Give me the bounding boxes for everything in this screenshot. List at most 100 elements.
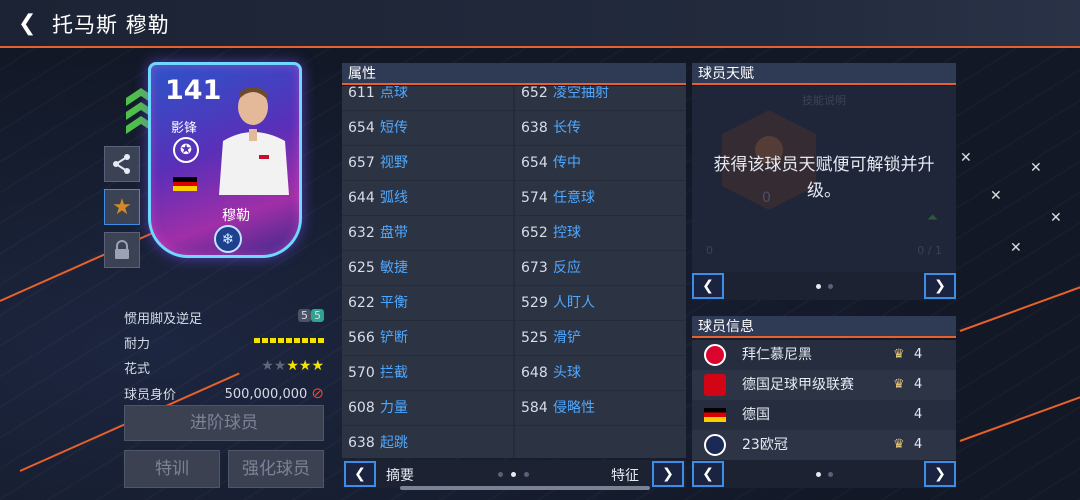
value-row: 球员身价 500,000,000 ⊘ [124, 384, 324, 403]
info-row[interactable]: 拜仁慕尼黑 ♛ 4 [692, 340, 956, 370]
attribute-name: 侵略性 [553, 400, 595, 416]
attribute-value: 654 [521, 155, 548, 171]
attribute-value: 644 [348, 190, 375, 206]
attribute-cell: 611 点球 [342, 86, 513, 110]
attribute-name: 盘带 [380, 225, 408, 241]
talent-header: 球员天赋 [692, 63, 956, 85]
talent-prev-button[interactable]: ❮ [692, 273, 724, 299]
info-row[interactable]: 德国 4 [692, 400, 956, 430]
talent-faded-left: 0 [706, 244, 713, 257]
page-dot-active [816, 472, 821, 477]
attribute-cell: 654 传中 [515, 146, 686, 180]
page-dot [828, 472, 833, 477]
info-next-button[interactable]: ❯ [924, 461, 956, 487]
attribute-value: 529 [521, 295, 548, 311]
skills-label: 花式 [124, 362, 151, 377]
attribute-cell: 584 侵略性 [515, 391, 686, 425]
star-icon: ★ [273, 358, 287, 374]
talent-faded-title: 技能说明 [802, 94, 846, 107]
info-header: 球员信息 [692, 316, 956, 338]
attribute-name: 控球 [553, 225, 581, 241]
attributes-prev-button[interactable]: ❮ [344, 461, 376, 487]
attribute-name: 任意球 [553, 190, 595, 206]
attribute-cell: 632 盘带 [342, 216, 513, 250]
attribute-cell: 644 弧线 [342, 181, 513, 215]
attribute-value: 611 [348, 86, 375, 101]
skills-row: 花式 ★★★★★ [124, 358, 324, 377]
skills-stars: ★★★★★ [261, 358, 324, 374]
stamina-row: 耐力 [124, 333, 324, 352]
info-row-level: 4 [914, 377, 923, 392]
attribute-cell: 638 起跳 [342, 426, 513, 458]
talent-upgrade-icon: ⏶ [926, 210, 938, 226]
weak-foot-values: 55 [298, 308, 324, 323]
info-row-name: 拜仁慕尼黑 [742, 347, 812, 363]
attribute-cell: 622 平衡 [342, 286, 513, 320]
weak-foot-value-left: 5 [298, 309, 311, 322]
talent-message: 获得该球员天赋便可解锁并升级。 [713, 155, 935, 201]
attribute-name: 点球 [380, 86, 408, 101]
enhance-player-button[interactable]: 强化球员 [228, 450, 324, 488]
info-prev-button[interactable]: ❮ [692, 461, 724, 487]
attribute-name: 滑铲 [553, 330, 581, 346]
page-dot [524, 472, 529, 477]
ucl-icon: ✪ [173, 137, 199, 163]
train-button[interactable]: 特训 [124, 450, 220, 488]
attribute-name: 平衡 [380, 295, 408, 311]
attribute-cell: 608 力量 [342, 391, 513, 425]
share-button[interactable] [104, 146, 140, 182]
card-program-icon: ❄ [214, 225, 242, 253]
advance-player-button[interactable]: 进阶球员 [124, 405, 324, 441]
attributes-list[interactable]: 611 点球 652 凌空抽射 654 短传 638 长传 657 视野 654 传中 644 弧线 574… [342, 86, 686, 458]
attribute-cell: 570 拦截 [342, 356, 513, 390]
back-icon[interactable]: ❮ [18, 10, 40, 38]
attribute-name: 人盯人 [553, 295, 595, 311]
attribute-name: 长传 [553, 120, 581, 136]
card-position: 影锋 [171, 121, 198, 136]
attribute-name: 视野 [380, 155, 408, 171]
attribute-cell: 657 视野 [342, 146, 513, 180]
decor-chevron: ✕ [1050, 210, 1062, 226]
attribute-value: 584 [521, 400, 548, 416]
info-row-level: 4 [914, 407, 923, 422]
attribute-cell: 566 铲断 [342, 321, 513, 355]
traits-tab[interactable]: 特征 [611, 465, 639, 485]
attribute-value: 566 [348, 330, 375, 346]
lock-icon [115, 240, 129, 259]
info-footer [692, 460, 956, 488]
decor-chevron: ✕ [960, 150, 972, 166]
stamina-bar [254, 333, 324, 348]
attribute-name: 传中 [553, 155, 581, 171]
card-player-name: 穆勒 [222, 208, 250, 224]
value-amount: 500,000,000 ⊘ [225, 384, 324, 402]
ucl-icon [704, 434, 726, 456]
attribute-name: 弧线 [380, 190, 408, 206]
lock-button[interactable] [104, 232, 140, 268]
attribute-cell: 648 头球 [515, 356, 686, 390]
attributes-next-button[interactable]: ❯ [652, 461, 684, 487]
player-card[interactable]: 141 影锋 ✪ 穆勒 ❄ [148, 62, 302, 258]
stamina-label: 耐力 [124, 337, 151, 352]
talent-next-button[interactable]: ❯ [924, 273, 956, 299]
info-row[interactable]: 德国足球甲级联赛 ♛ 4 [692, 370, 956, 400]
summary-tab[interactable]: 摘要 [386, 465, 414, 485]
attribute-name: 反应 [553, 260, 581, 276]
info-row-name: 德国足球甲级联赛 [742, 377, 854, 393]
attribute-cell: 574 任意球 [515, 181, 686, 215]
star-icon: ★ [298, 358, 312, 374]
favorite-button[interactable]: ★ [104, 189, 140, 225]
value-label: 球员身价 [124, 388, 177, 403]
league-badge-icon [704, 374, 726, 396]
share-icon [113, 154, 130, 174]
attribute-cell: 625 敏捷 [342, 251, 513, 285]
scroll-indicator[interactable] [400, 486, 650, 490]
top-bar: ❮ 托马斯 穆勒 [0, 0, 1080, 48]
page-dot-active [816, 284, 821, 289]
attribute-name: 凌空抽射 [553, 86, 609, 101]
attribute-value: 570 [348, 365, 375, 381]
info-row[interactable]: 23欧冠 ♛ 4 [692, 430, 956, 460]
attribute-cell: 654 短传 [342, 111, 513, 145]
page-dot-active [511, 472, 516, 477]
page-dot [498, 472, 503, 477]
attribute-cell: 638 长传 [515, 111, 686, 145]
